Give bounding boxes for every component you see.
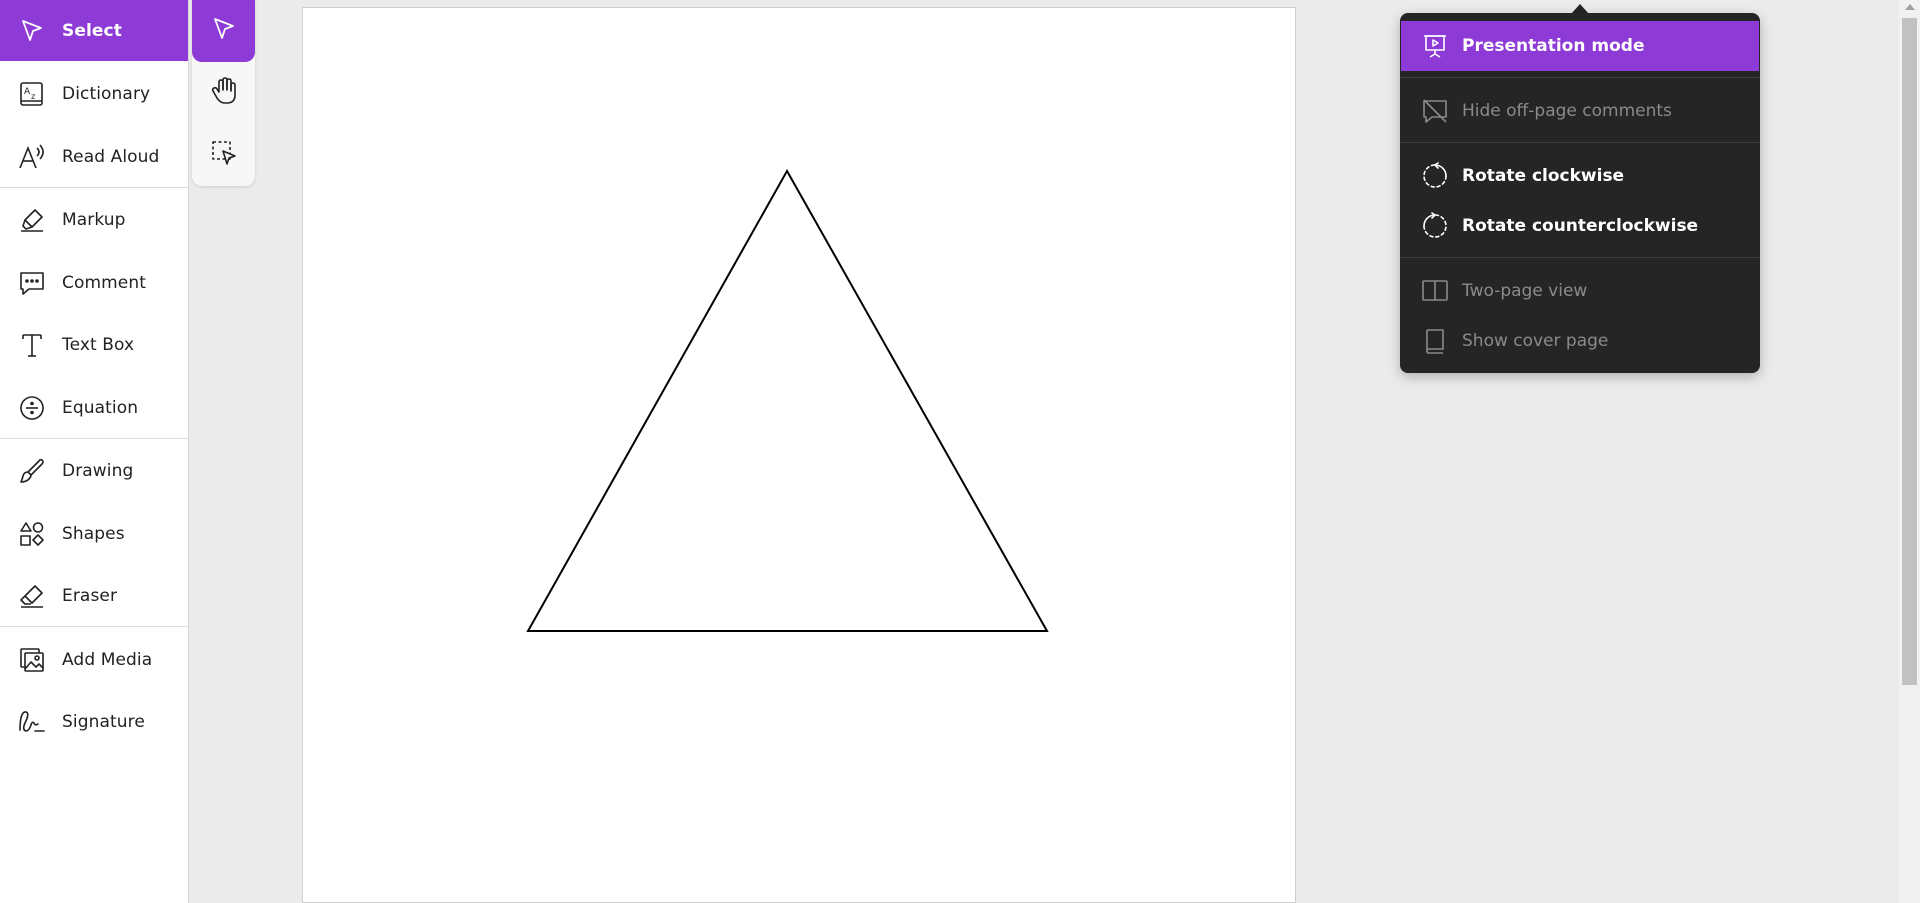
menu-item-two-page-view[interactable]: Two-page view [1401,266,1759,316]
menu-item-hide-off-page-comments[interactable]: Hide off-page comments [1401,86,1759,136]
sidebar-item-label: Dictionary [62,83,151,104]
triangle-shape[interactable] [526,168,1049,632]
sidebar-item-label: Select [62,20,122,41]
menu-item-label: Hide off-page comments [1462,101,1672,121]
sidebar-item-label: Shapes [62,523,125,544]
sidebar-item-read-aloud[interactable]: Read Aloud [0,126,188,187]
sidebar-divider [0,438,188,439]
menu-divider [1400,257,1760,258]
sidebar-divider [0,626,188,627]
sidebar-item-markup[interactable]: Markup [0,189,188,250]
highlighter-icon [17,205,47,235]
sidebar-item-label: Read Aloud [62,146,160,167]
tool-palette [192,0,255,186]
view-options-menu: Presentation mode Hide off-page comments… [1400,13,1760,373]
rotate-counterclockwise-icon [1421,212,1449,240]
sidebar-item-label: Drawing [62,460,134,481]
svg-text:z: z [31,92,35,101]
menu-item-label: Rotate counterclockwise [1462,216,1699,236]
sidebar-divider [0,187,188,188]
sidebar-item-label: Eraser [62,585,118,606]
sidebar-item-label: Add Media [62,649,153,670]
sidebar-item-comment[interactable]: Comment [0,252,188,313]
hand-icon [210,76,238,110]
document-page[interactable] [302,7,1296,903]
sidebar-item-select[interactable]: Select [0,0,188,61]
rotate-clockwise-icon [1421,162,1449,190]
menu-item-rotate-clockwise[interactable]: Rotate clockwise [1401,151,1759,201]
book-icon [1421,327,1449,355]
division-icon [17,393,47,423]
comment-icon [17,268,47,298]
sidebar-item-label: Markup [62,209,126,230]
vertical-scrollbar[interactable] [1899,0,1920,903]
marquee-select-icon [210,139,238,171]
image-icon [17,645,47,675]
shapes-icon [17,519,47,549]
menu-divider [1400,142,1760,143]
menu-item-presentation-mode[interactable]: Presentation mode [1401,21,1759,71]
select-tool-button[interactable] [192,0,255,62]
eraser-icon [17,581,47,611]
cursor-arrow-icon [211,16,237,46]
sidebar-item-label: Comment [62,272,146,293]
menu-item-show-cover-page[interactable]: Show cover page [1401,316,1759,366]
sidebar-item-equation[interactable]: Equation [0,377,188,438]
menu-item-label: Presentation mode [1462,36,1645,56]
sidebar-item-dictionary[interactable]: Az Dictionary [0,63,188,124]
menu-item-rotate-counterclockwise[interactable]: Rotate counterclockwise [1401,201,1759,251]
signature-icon [17,707,47,737]
tool-sidebar: Select Az Dictionary Read Aloud Markup C… [0,0,189,903]
sidebar-item-label: Signature [62,711,145,732]
marquee-select-tool-button[interactable] [192,124,255,186]
brush-icon [17,456,47,486]
sidebar-item-drawing[interactable]: Drawing [0,440,188,501]
sidebar-item-label: Equation [62,397,139,418]
sidebar-item-add-media[interactable]: Add Media [0,629,188,690]
scrollbar-thumb[interactable] [1902,18,1917,685]
scroll-up-arrow-icon[interactable] [1905,4,1915,10]
cursor-arrow-icon [17,16,47,46]
menu-item-label: Rotate clockwise [1462,166,1625,186]
hide-comments-icon [1421,97,1449,125]
two-page-icon [1421,277,1449,305]
dictionary-icon: Az [17,79,47,109]
pan-tool-button[interactable] [192,62,255,124]
sidebar-item-shapes[interactable]: Shapes [0,503,188,564]
svg-text:A: A [24,87,31,97]
menu-item-label: Show cover page [1462,331,1609,351]
text-box-icon [17,330,47,360]
sidebar-item-signature[interactable]: Signature [0,691,188,752]
read-aloud-icon [17,142,47,172]
sidebar-item-text-box[interactable]: Text Box [0,314,188,375]
sidebar-item-label: Text Box [62,334,135,355]
presentation-icon [1421,32,1449,60]
menu-item-label: Two-page view [1462,281,1588,301]
menu-divider [1400,77,1760,78]
page-canvas [526,168,1049,632]
sidebar-item-eraser[interactable]: Eraser [0,565,188,626]
